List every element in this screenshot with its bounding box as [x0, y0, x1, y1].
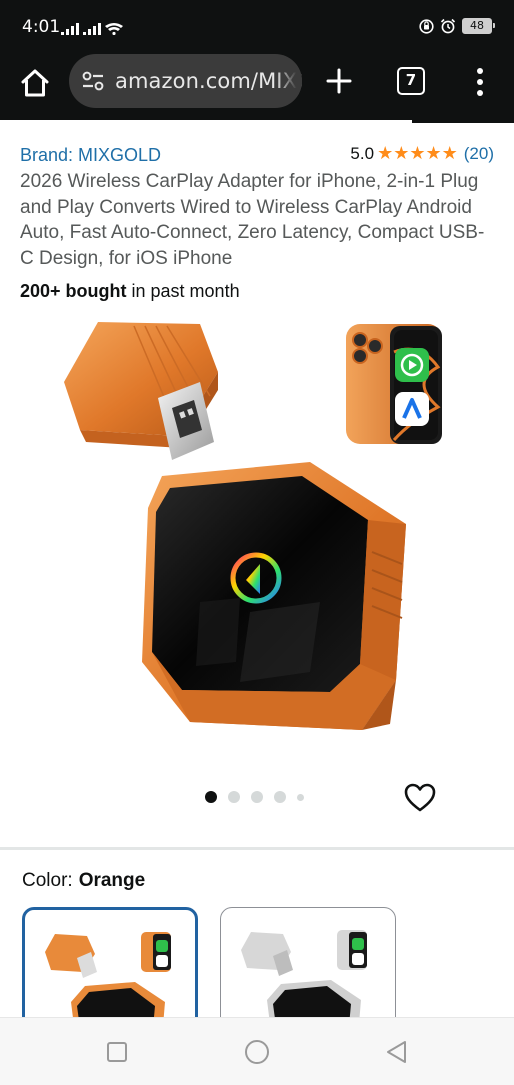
gallery-pagination	[205, 791, 304, 803]
star-icon: ★	[393, 143, 410, 164]
gallery-dot[interactable]	[274, 791, 286, 803]
alarm-icon	[440, 18, 456, 34]
menu-icon[interactable]	[468, 65, 492, 99]
star-icon: ★	[377, 143, 394, 164]
section-divider	[0, 847, 514, 850]
status-time: 4:01	[22, 17, 61, 37]
recents-icon[interactable]	[103, 1038, 131, 1066]
url-fade	[276, 54, 302, 108]
product-title: 2026 Wireless CarPlay Adapter for iPhone…	[20, 171, 485, 269]
brand-link[interactable]: Brand: MIXGOLD	[20, 145, 161, 166]
tab-switcher-icon[interactable]: 7	[397, 67, 425, 95]
page-load-indicator	[412, 120, 514, 123]
browser-toolbar: amazon.com/MIXGOLD 7	[0, 54, 514, 120]
bought-in-past-month: 200+ bought in past month	[20, 281, 240, 302]
phone-with-carplay	[346, 324, 442, 444]
rating-summary[interactable]: 5.0 ★ ★ ★ ★ ★ (20)	[350, 144, 494, 164]
new-tab-icon[interactable]	[322, 64, 356, 98]
selected-color: Orange	[78, 870, 146, 891]
rating-value: 5.0	[350, 144, 375, 163]
gallery-dot[interactable]	[228, 791, 240, 803]
gallery-dot-active[interactable]	[205, 791, 217, 803]
status-bar: 4:01 48	[0, 0, 514, 54]
adapter-side-view	[64, 322, 218, 460]
gallery-dot[interactable]	[251, 791, 263, 803]
adapter-front-view	[142, 462, 406, 730]
heart-icon[interactable]	[404, 783, 436, 813]
color-label: Color: Orange	[22, 870, 145, 892]
star-icon: ★	[425, 143, 442, 164]
bought-suffix: in past month	[126, 281, 240, 301]
site-settings-icon[interactable]	[81, 70, 105, 92]
product-image[interactable]	[50, 312, 470, 742]
address-bar[interactable]: amazon.com/MIXGOLD	[69, 54, 302, 108]
url-text: amazon.com/MIXGOLD	[115, 69, 302, 93]
rating-count[interactable]: (20)	[464, 144, 494, 164]
color-label-text: Color:	[22, 870, 73, 891]
back-icon[interactable]	[383, 1038, 411, 1066]
system-nav-bar	[0, 1017, 514, 1085]
home-icon[interactable]	[18, 66, 52, 100]
star-icon: ★	[441, 143, 458, 164]
gallery-dot[interactable]	[297, 793, 304, 801]
do-not-disturb-icon	[419, 18, 434, 34]
status-right: 48	[419, 18, 495, 34]
home-nav-icon[interactable]	[243, 1038, 271, 1066]
bought-count: 200+ bought	[20, 281, 127, 301]
battery-icon: 48	[462, 18, 495, 34]
rating-stars: ★ ★ ★ ★ ★	[377, 144, 458, 164]
star-icon: ★	[409, 143, 426, 164]
screen: 4:01 48 amazon.com/MI 7 Brand: MIXGOLD 5…	[0, 0, 514, 1085]
signal-icon	[61, 23, 123, 35]
